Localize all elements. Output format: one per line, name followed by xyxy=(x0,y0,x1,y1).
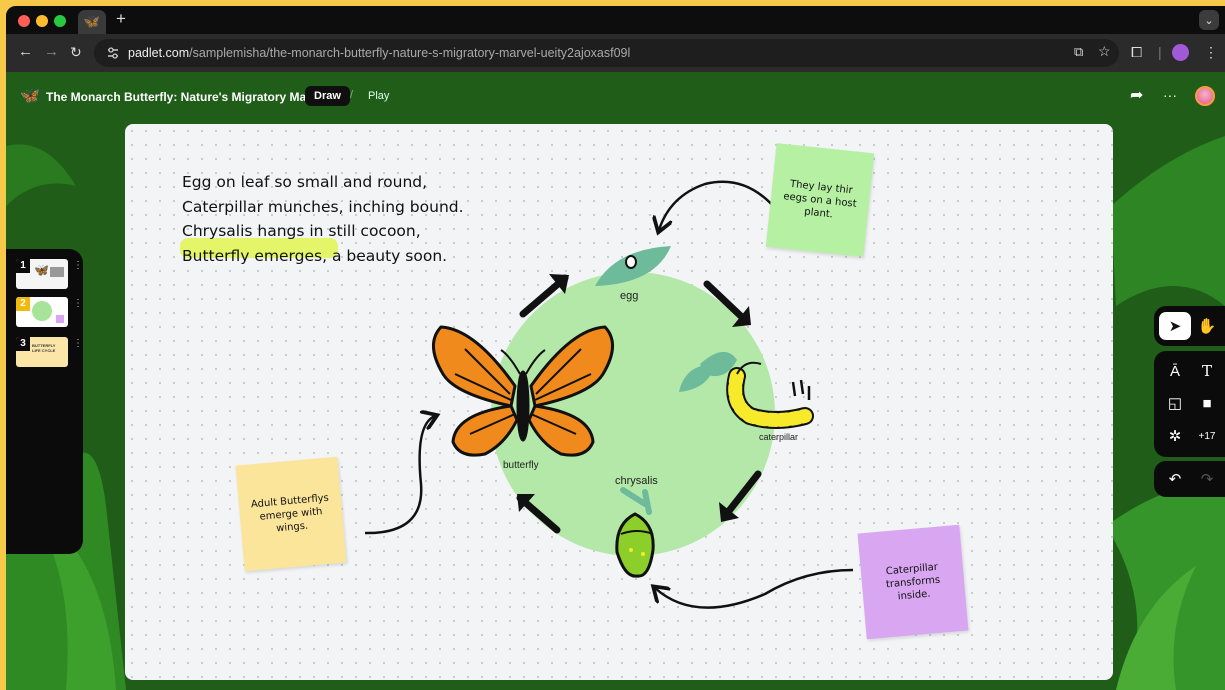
forward-button[interactable]: → xyxy=(44,43,59,61)
label-chrysalis: chrysalis xyxy=(615,475,658,487)
draw-toolbar: Ā T ◱ ■ ✲ +17 xyxy=(1154,351,1225,457)
user-avatar[interactable] xyxy=(1195,86,1215,106)
square-icon: ■ xyxy=(1202,394,1212,412)
slide-3-menu-icon[interactable]: ⋮ xyxy=(73,339,83,349)
magic-tool-button[interactable]: ✲ xyxy=(1159,422,1191,450)
label-butterfly: butterfly xyxy=(503,460,539,471)
connector-arrow-green-note xyxy=(659,180,776,230)
pen-icon: Ā xyxy=(1169,362,1180,380)
poem-line-4: Butterfly emerges, a beauty soon. xyxy=(182,244,464,269)
sticky-note-green-text: They lay thir eegs on a host plant. xyxy=(782,178,858,220)
maximize-window-button[interactable] xyxy=(54,15,66,27)
label-caterpillar: caterpillar xyxy=(759,432,798,442)
poem-line-1: Egg on leaf so small and round, xyxy=(182,173,428,191)
poem-highlighted-phrase: Butterfly emerges, xyxy=(182,246,328,265)
thumb-circle xyxy=(32,301,52,321)
address-bar[interactable]: padlet.com/samplemisha/the-monarch-butte… xyxy=(94,39,1119,67)
connector-arrow-yellow-note xyxy=(364,416,435,535)
play-mode-button[interactable]: Play xyxy=(368,90,389,102)
extensions-icon[interactable]: ⧠ xyxy=(1131,43,1142,61)
hand-icon: ✋ xyxy=(1197,318,1217,335)
whiteboard-canvas[interactable]: egg caterpillar chrysalis butterfly Egg … xyxy=(125,124,1113,680)
slide-thumbnail-3[interactable]: 3 BUTTERFLY LIFE CYCLE xyxy=(16,337,68,367)
history-toolbar: ↶ ↷ xyxy=(1154,461,1225,497)
close-window-button[interactable] xyxy=(18,15,30,27)
open-in-new-icon[interactable]: ⧉ xyxy=(1074,43,1083,61)
chrysalis-icon xyxy=(615,512,655,578)
padlet-title[interactable]: The Monarch Butterfly: Nature's Migrator… xyxy=(46,90,328,104)
thumb-image xyxy=(50,267,64,277)
slide-thumbnail-2[interactable]: 2 xyxy=(16,297,68,327)
url-text: padlet.com/samplemisha/the-monarch-butte… xyxy=(128,46,631,60)
tab-strip: 🦋 + ⌄ xyxy=(6,6,1225,34)
more-options-icon[interactable]: ··· xyxy=(1163,87,1177,103)
thumb-title: BUTTERFLY LIFE CYCLE xyxy=(32,343,56,353)
poem-line-3: Chrysalis hangs in still cocoon, xyxy=(182,222,421,240)
text-icon: T xyxy=(1201,362,1212,380)
reload-button[interactable]: ↻ xyxy=(70,43,82,61)
butterfly-favicon-icon: 🦋 xyxy=(83,14,101,29)
sticky-tool-button[interactable]: ◱ xyxy=(1159,389,1191,417)
site-settings-icon[interactable] xyxy=(106,46,120,60)
sticky-note-yellow-text: Adult Butterflys emerge with wings. xyxy=(250,492,330,534)
slide-number: 2 xyxy=(16,297,30,311)
undo-icon: ↶ xyxy=(1168,471,1182,488)
sticky-note-purple[interactable]: Caterpillar transforms inside. xyxy=(857,524,969,640)
browser-toolbar: ← → ↻ padlet.com/samplemisha/the-monarch… xyxy=(6,34,1225,72)
new-tab-button[interactable]: + xyxy=(116,9,126,29)
connector-arrow-purple-note xyxy=(655,568,854,609)
browser-window: 🦋 + ⌄ ← → ↻ padlet.com/samplemisha/the-m… xyxy=(6,6,1225,690)
redo-button[interactable]: ↷ xyxy=(1191,465,1223,493)
poem-line-2: Caterpillar munches, inching bound. xyxy=(182,197,464,216)
slide-1-menu-icon[interactable]: ⋮ xyxy=(73,261,83,271)
profile-avatar[interactable] xyxy=(1172,44,1189,61)
slides-panel: 1 🦋 ⋮ 2 ⋮ 3 BUTTERFLY LIFE CYCLE ⋮ xyxy=(6,249,83,554)
sticky-note-purple-text: Caterpillar transforms inside. xyxy=(885,561,941,602)
minimize-window-button[interactable] xyxy=(36,15,48,27)
slide-number: 3 xyxy=(16,337,30,351)
undo-button[interactable]: ↶ xyxy=(1159,465,1191,493)
redo-icon: ↷ xyxy=(1200,471,1214,488)
egg-icon xyxy=(625,255,637,269)
browser-menu-icon[interactable]: ⋮ xyxy=(1204,43,1218,61)
poem-text[interactable]: Egg on leaf so small and round, Caterpil… xyxy=(182,170,464,268)
pan-tool-button[interactable]: ✋ xyxy=(1191,312,1223,340)
poem-line-4-rest: a beauty soon. xyxy=(327,246,448,265)
thumb-note xyxy=(56,315,64,323)
sticky-note-icon: ◱ xyxy=(1167,395,1183,412)
draw-mode-button[interactable]: Draw xyxy=(305,86,350,106)
shape-tool-button[interactable]: ■ xyxy=(1191,389,1223,417)
sticky-note-green[interactable]: They lay thir eegs on a host plant. xyxy=(765,143,875,257)
divider: | xyxy=(1158,44,1162,60)
butterfly-thumb-icon: 🦋 xyxy=(34,263,49,277)
bookmark-star-icon[interactable]: ☆ xyxy=(1098,42,1111,60)
text-tool-button[interactable]: T xyxy=(1191,357,1223,385)
select-tool-button[interactable]: ➤ xyxy=(1159,312,1191,340)
butterfly-logo-icon: 🦋 xyxy=(20,88,40,105)
pointer-toolbar: ➤ ✋ xyxy=(1154,306,1225,346)
pen-tool-button[interactable]: Ā xyxy=(1159,357,1191,385)
slide-2-menu-icon[interactable]: ⋮ xyxy=(73,299,83,309)
back-button[interactable]: ← xyxy=(18,43,33,61)
label-egg: egg xyxy=(620,290,638,302)
sticky-note-yellow[interactable]: Adult Butterflys emerge with wings. xyxy=(235,456,347,572)
share-icon[interactable]: ➦ xyxy=(1130,85,1143,105)
slide-number: 1 xyxy=(16,259,30,273)
cursor-icon: ➤ xyxy=(1168,318,1182,335)
browser-tab[interactable]: 🦋 xyxy=(78,10,106,34)
padlet-header: 🦋 The Monarch Butterfly: Nature's Migrat… xyxy=(6,72,1225,122)
mode-separator: / xyxy=(350,89,354,101)
slide-thumbnail-1[interactable]: 1 🦋 xyxy=(16,259,68,289)
tab-search-button[interactable]: ⌄ xyxy=(1199,10,1219,30)
sparkle-icon: ✲ xyxy=(1168,428,1182,445)
more-tools-button[interactable]: +17 xyxy=(1191,422,1223,450)
